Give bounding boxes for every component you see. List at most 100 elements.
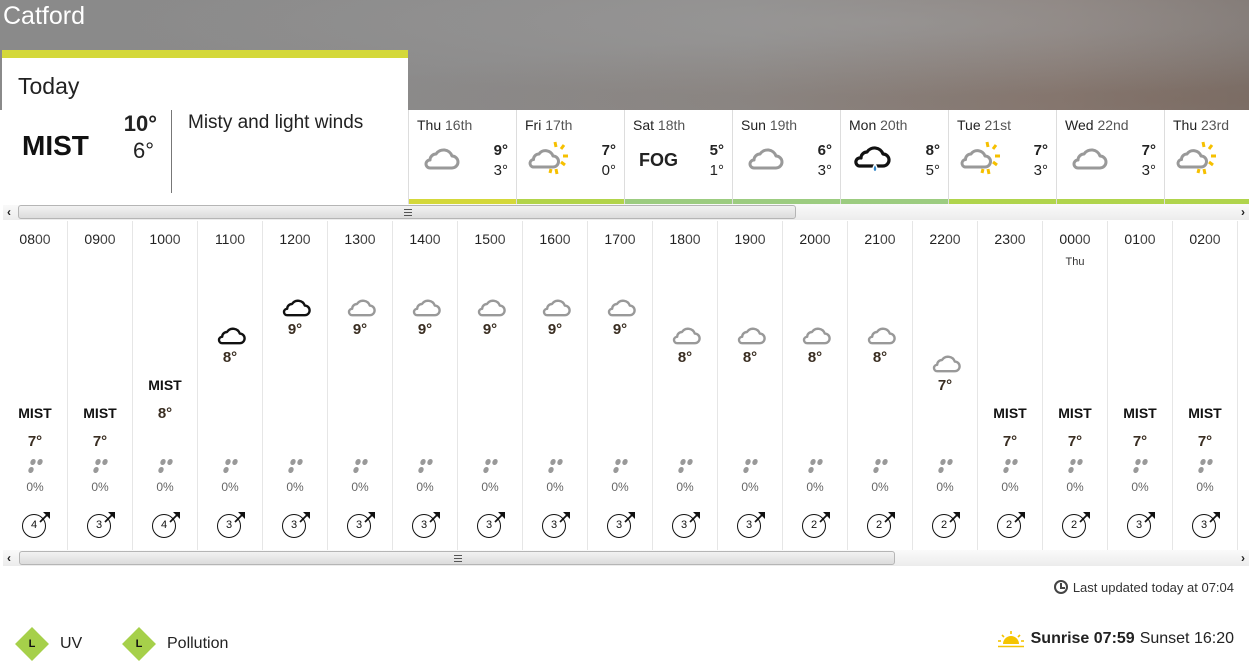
- pollution-level: L: [135, 638, 143, 650]
- rain-chance: 0%: [286, 480, 304, 494]
- hour-forecast[interactable]: 2200 7° 0% 2: [913, 221, 978, 550]
- wind-indicator: 3: [412, 510, 444, 538]
- hour-forecast[interactable]: 1700 9° 0% 3: [588, 221, 653, 550]
- day-forecast[interactable]: Thu 16th 9° 3°: [408, 110, 516, 205]
- hour-forecast[interactable]: 1300 9° 0% 3: [328, 221, 393, 550]
- hour-forecast[interactable]: 0000 Thu MIST 7° 0% 2: [1043, 221, 1108, 550]
- sun-cloud-icon: [1175, 140, 1221, 178]
- hour-temp: 8°: [157, 405, 173, 422]
- rain-chance: 0%: [156, 480, 174, 494]
- wind-direction-arrow-icon: [104, 512, 115, 523]
- uv-index[interactable]: L UV: [15, 627, 83, 661]
- hour-forecast[interactable]: 1100 8° 0% 3: [198, 221, 263, 550]
- day-forecast[interactable]: Fri 17th 7° 0°: [516, 110, 624, 205]
- pollution-index[interactable]: L Pollution: [122, 627, 228, 661]
- wind-indicator: 3: [282, 510, 314, 538]
- raindrops-icon: [806, 457, 826, 475]
- raindrops-icon: [481, 457, 501, 475]
- hour-time: 1100: [214, 231, 246, 247]
- hour-forecast[interactable]: 1800 8° 0% 3: [653, 221, 718, 550]
- hour-forecast[interactable]: 2100 8° 0% 2: [848, 221, 913, 550]
- rain-chance: 0%: [1001, 480, 1019, 494]
- hour-time: 1300: [344, 231, 376, 247]
- scroll-left-arrow-icon[interactable]: ‹: [3, 550, 15, 566]
- day-low-temp: 5°: [925, 162, 940, 179]
- location-title: Catford: [3, 2, 85, 30]
- hour-temp: 7°: [1002, 433, 1018, 450]
- uv-label: UV: [60, 635, 83, 652]
- hour-forecast[interactable]: 1900 8° 0% 3: [718, 221, 783, 550]
- sun-cloud-icon: [527, 140, 573, 178]
- hour-forecast[interactable]: 2000 8° 0% 2: [783, 221, 848, 550]
- day-forecast[interactable]: Thu 23rd: [1164, 110, 1249, 205]
- day-forecast[interactable]: Wed 22nd 7° 3°: [1056, 110, 1164, 205]
- wind-indicator: 3: [217, 510, 249, 538]
- rain-chance: 0%: [221, 480, 239, 494]
- cloud-icon: [345, 297, 377, 319]
- raindrops-icon: [91, 457, 111, 475]
- day-forecast[interactable]: Mon 20th 8° 5°: [840, 110, 948, 205]
- scroll-thumb[interactable]: [18, 205, 796, 219]
- raindrops-icon: [416, 457, 436, 475]
- hour-forecast[interactable]: 1500 9° 0% 3: [458, 221, 523, 550]
- hour-forecast[interactable]: 0900 MIST 7° 0% 3: [68, 221, 133, 550]
- hour-forecast[interactable]: 0100 MIST 7° 0% 3: [1108, 221, 1173, 550]
- wind-direction-arrow-icon: [884, 512, 895, 523]
- day-low-temp: 3°: [1141, 162, 1156, 179]
- scroll-right-arrow-icon[interactable]: ›: [1237, 550, 1249, 566]
- day-forecast[interactable]: Tue 21st 7° 3°: [948, 110, 1056, 205]
- rain-chance: 0%: [91, 480, 109, 494]
- rain-chance: 0%: [806, 480, 824, 494]
- day-name: Thu 16th: [417, 117, 473, 133]
- condition-label: MIST: [1058, 405, 1092, 421]
- scroll-right-arrow-icon[interactable]: ›: [1237, 204, 1249, 220]
- scroll-left-arrow-icon[interactable]: ‹: [3, 204, 15, 220]
- cloud-icon: [800, 325, 832, 347]
- hour-forecast[interactable]: 1000 MIST 8° 0% 4: [133, 221, 198, 550]
- raindrops-icon: [1131, 457, 1151, 475]
- rain-chance: 0%: [1066, 480, 1084, 494]
- hour-forecast[interactable]: 2300 MIST 7° 0% 2: [978, 221, 1043, 550]
- hour-temp: 7°: [1132, 433, 1148, 450]
- day-name: Thu 23rd: [1173, 117, 1230, 133]
- hour-time: 0100: [1124, 231, 1156, 247]
- hour-temp: 9°: [547, 321, 563, 338]
- raindrops-icon: [546, 457, 566, 475]
- rain-chance: 0%: [871, 480, 889, 494]
- condition-label: MIST: [1188, 405, 1222, 421]
- wind-indicator: 2: [867, 510, 899, 538]
- hourly-scrollbar[interactable]: ‹ ›: [3, 550, 1249, 566]
- raindrops-icon: [871, 457, 891, 475]
- uv-level-badge: L: [15, 627, 49, 661]
- hour-forecast[interactable]: 1400 9° 0% 3: [393, 221, 458, 550]
- hour-temp: 9°: [352, 321, 368, 338]
- cloud-icon: [745, 146, 791, 184]
- hour-temp: 7°: [92, 433, 108, 450]
- fog-label: FOG: [639, 150, 678, 170]
- hourly-forecast: 0800 MIST 7° 0% 4 0900 MIST 7° 0% 3 1000 MIST 8° 0% 4 1…: [3, 221, 1249, 550]
- day-forecast[interactable]: Sun 19th 6° 3°: [732, 110, 840, 205]
- scroll-thumb[interactable]: [19, 551, 895, 565]
- sun-cloud-icon: [959, 140, 1005, 178]
- wind-direction-arrow-icon: [39, 512, 50, 523]
- wind-direction-arrow-icon: [819, 512, 830, 523]
- day-high-temp: 7°: [1033, 142, 1048, 159]
- wind-indicator: 3: [1127, 510, 1159, 538]
- wind-indicator: 3: [542, 510, 574, 538]
- hour-forecast[interactable]: 0800 MIST 7° 0% 4: [3, 221, 68, 550]
- day-forecast[interactable]: Sat 18th FOG 5° 1°: [624, 110, 732, 205]
- day-high-temp: 8°: [925, 142, 940, 159]
- day-name: Wed 22nd: [1065, 117, 1129, 133]
- day-high-temp: 5°: [709, 142, 724, 159]
- raindrops-icon: [26, 457, 46, 475]
- wind-direction-arrow-icon: [624, 512, 635, 523]
- hour-forecast[interactable]: 1200 9° 0% 3: [263, 221, 328, 550]
- hour-temp: 8°: [222, 349, 238, 366]
- today-condition: MIST: [22, 130, 89, 161]
- rain-chance: 0%: [936, 480, 954, 494]
- daily-scrollbar[interactable]: ‹ ›: [3, 204, 1249, 220]
- cloud-icon: [1069, 146, 1115, 184]
- hour-forecast[interactable]: 1600 9° 0% 3: [523, 221, 588, 550]
- today-summary-card[interactable]: Today MIST 10° 6° Misty and light winds: [2, 50, 408, 205]
- hour-forecast[interactable]: 0200 MIST 7° 0% 3: [1173, 221, 1238, 550]
